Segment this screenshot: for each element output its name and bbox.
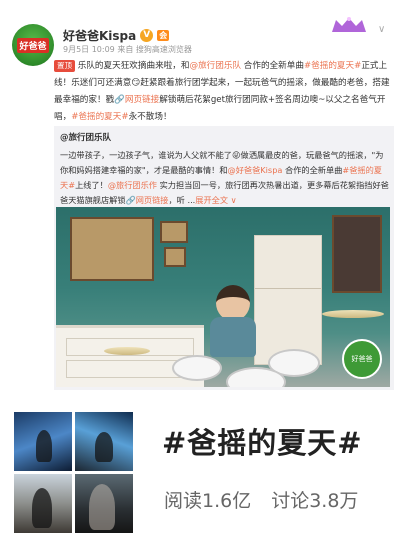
verified-icon: V <box>140 29 154 42</box>
username[interactable]: 好爸爸Kispa <box>63 27 136 44</box>
post-meta: 9月5日 10:09 来自 搜狗高速浏览器 <box>63 45 192 54</box>
topic-link[interactable]: #爸摇的夏天# <box>304 61 361 71</box>
emoji-icon: 😏 <box>131 78 141 88</box>
topic-thumbnail <box>75 474 133 533</box>
web-link[interactable]: 网页链接 <box>136 195 169 205</box>
user-avatar[interactable]: 好爸爸 <box>12 24 54 66</box>
post-author-row: 好爸爸Kispa V 会 <box>63 27 170 44</box>
discussion-count: 讨论3.8万 <box>271 490 359 512</box>
wall-frame <box>164 247 186 267</box>
topic-thumbnail <box>75 412 133 471</box>
weibo-post: 好爸爸 好爸爸Kispa V 会 9月5日 10:09 来自 搜狗高速浏览器 ∨… <box>0 0 403 390</box>
topic-title[interactable]: #爸摇的夏天# <box>162 420 363 462</box>
topic-thumbnail-grid <box>14 412 134 534</box>
mention-link[interactable]: @好爸爸Kispa <box>228 165 283 175</box>
drum <box>172 355 222 381</box>
repost-text-part: 合作的全新单曲 <box>282 165 343 175</box>
post-text: 乐队的夏天狂欢摘曲来啦，和 <box>77 61 190 71</box>
avatar-logo-text: 好爸爸 <box>17 37 49 53</box>
cymbal <box>104 347 150 355</box>
link-icon: 🔗 <box>125 195 136 205</box>
wall-frame <box>160 221 188 243</box>
repost-author[interactable]: @旅行团乐队 <box>60 131 111 143</box>
mention-link[interactable]: @旅行团乐队 <box>189 61 241 71</box>
cymbal <box>322 310 384 318</box>
repost-text-part: 一边带孩子，一边孩子气，谁说为人父就不能了 <box>60 150 232 160</box>
post-video-frame[interactable]: 好爸爸 <box>56 207 390 387</box>
topic-thumbnail <box>14 474 72 533</box>
pinned-badge: 置顶 <box>54 60 75 72</box>
topic-thumbnail <box>14 412 72 471</box>
repost-text-part: ，听 ... <box>168 195 196 205</box>
video-watermark-logo: 好爸爸 <box>342 339 382 379</box>
post-text: 合作的全新单曲 <box>241 61 304 71</box>
web-link[interactable]: 网页链接 <box>125 95 159 105</box>
chevron-down-icon[interactable]: ∨ <box>378 24 385 35</box>
read-count: 阅读1.6亿 <box>164 490 252 512</box>
wall-photo-collage <box>70 217 154 281</box>
emoji-icon: 😜 <box>231 150 241 160</box>
expand-link[interactable]: 展开全文 <box>195 195 228 205</box>
post-text: 永不散场！ <box>128 112 172 122</box>
mention-link[interactable]: @旅行团乐作 <box>108 180 157 190</box>
topic-stats: 阅读1.6亿 讨论3.8万 <box>164 486 358 513</box>
boy-drummer <box>206 285 260 367</box>
link-icon: 🔗 <box>114 95 125 105</box>
topic-link[interactable]: #爸摇的夏天# <box>71 112 128 122</box>
post-content: 置顶 乐队的夏天狂欢摘曲来啦，和@旅行团乐队 合作的全新单曲#爸摇的夏天#正式上… <box>54 58 390 126</box>
crown-badge-icon <box>332 17 366 32</box>
fridge <box>254 235 322 365</box>
chevron-down-icon: ∨ <box>228 195 237 205</box>
topic-card[interactable]: #爸摇的夏天# 阅读1.6亿 讨论3.8万 <box>0 390 403 547</box>
repost-text: 一边带孩子，一边孩子气，谁说为人父就不能了😜做洒属最皮的爸，玩最爸气的摇滚，"为… <box>60 148 390 208</box>
member-badge: 会 <box>157 30 170 41</box>
repost-text-part: 上线了！ <box>75 180 108 190</box>
wall-posters <box>332 215 382 293</box>
